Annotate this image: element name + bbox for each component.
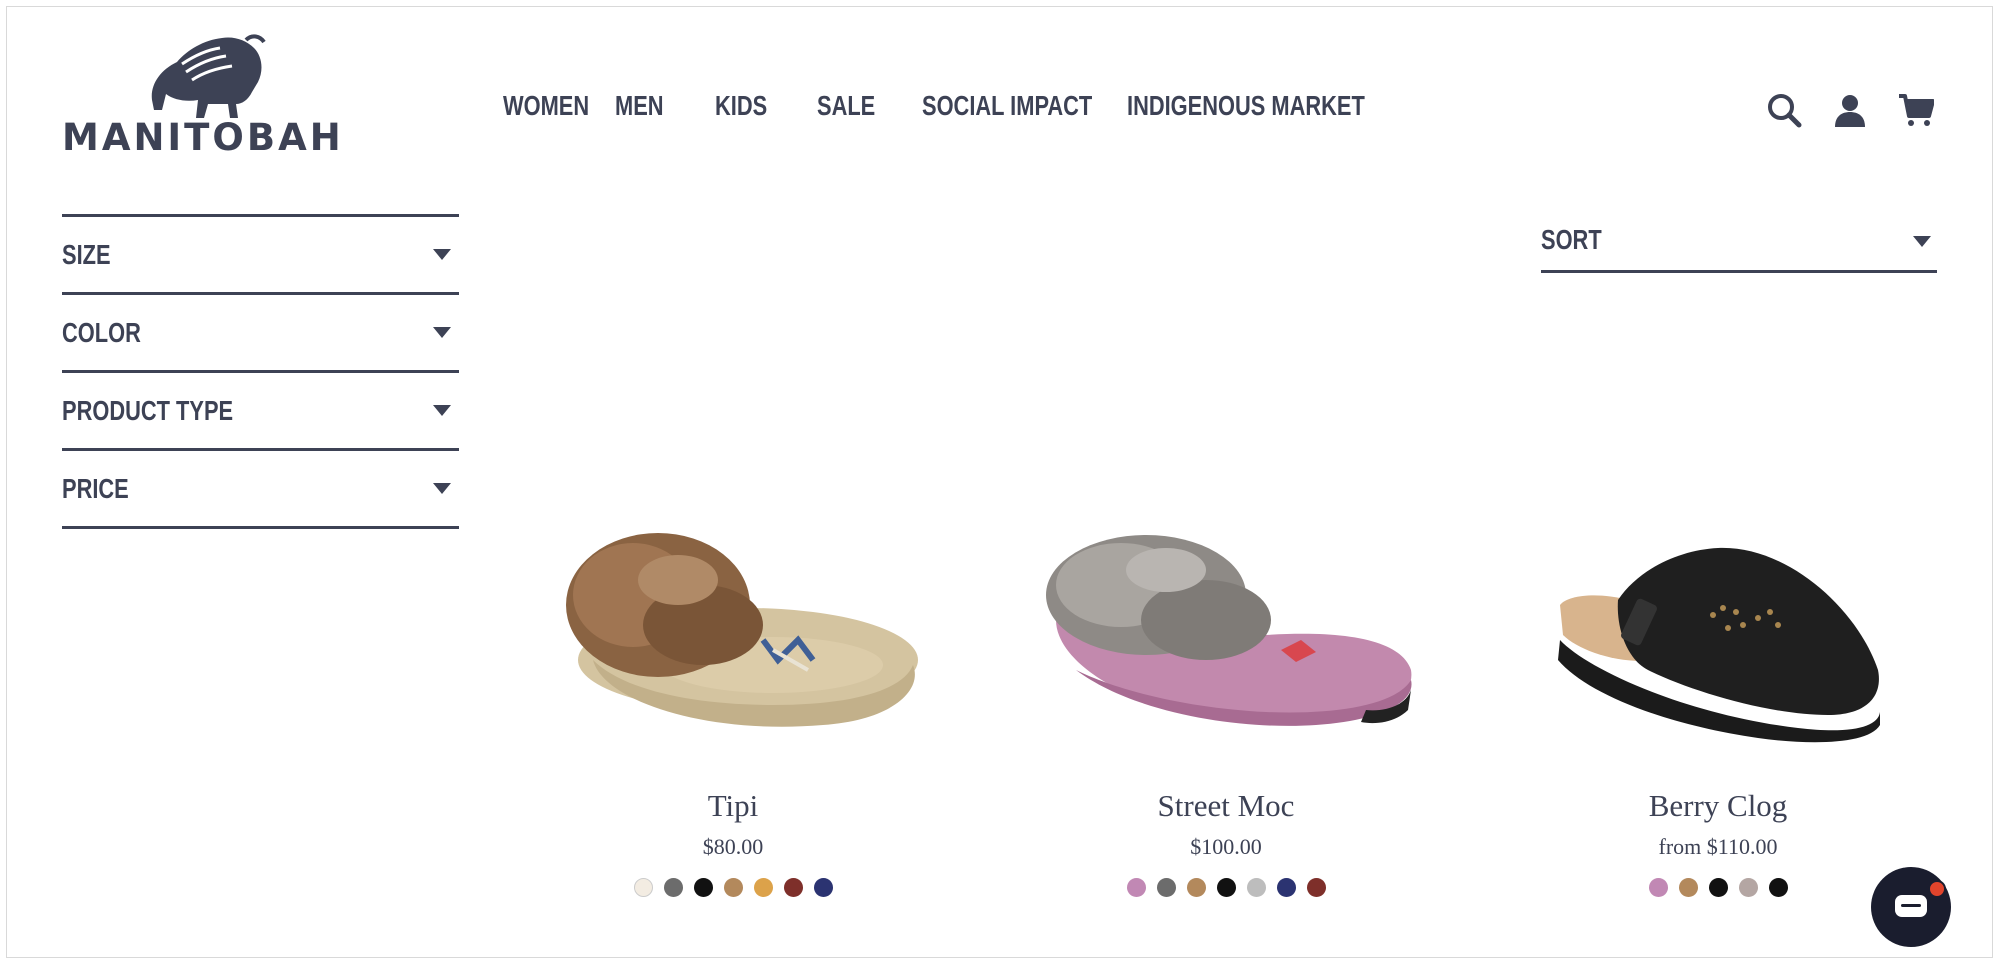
bison-logo-icon [151, 34, 266, 118]
color-swatch[interactable] [783, 878, 803, 897]
color-swatch[interactable] [1648, 878, 1668, 897]
color-swatch[interactable] [1126, 878, 1146, 897]
product-image[interactable] [1016, 500, 1436, 760]
color-swatch[interactable] [1246, 878, 1266, 897]
product-price: $80.00 [702, 834, 764, 859]
sort-dropdown[interactable]: SORT [1541, 218, 1937, 273]
filter-price[interactable]: PRICE [62, 448, 459, 529]
main-nav: WOMEN MEN KIDS SALE SOCIAL IMPACT INDIGE… [503, 90, 1367, 122]
filter-label: PRICE [62, 473, 129, 504]
filter-label: PRODUCT TYPE [62, 395, 234, 426]
color-swatch[interactable] [1186, 878, 1206, 897]
nav-sale[interactable]: SALE [817, 90, 899, 122]
color-swatches [1508, 878, 1928, 897]
brand-logo[interactable]: MANITOBAH [62, 30, 344, 160]
nav-women[interactable]: WOMEN [503, 90, 590, 122]
color-swatches [523, 878, 943, 897]
filter-color[interactable]: COLOR [62, 292, 459, 370]
color-swatch[interactable] [1276, 878, 1296, 897]
filter-product-type[interactable]: PRODUCT TYPE [62, 370, 459, 448]
color-swatch[interactable] [1678, 878, 1698, 897]
chat-icon-line [1901, 904, 1921, 907]
color-swatch[interactable] [1738, 878, 1758, 897]
filter-size[interactable]: SIZE [62, 214, 459, 292]
color-swatch[interactable] [723, 878, 743, 897]
color-swatch[interactable] [1768, 878, 1788, 897]
filter-panel: SIZE COLOR PRODUCT TYPE PRICE [62, 214, 459, 529]
caret-down-icon [433, 327, 451, 338]
product-price: from $110.00 [1658, 834, 1778, 859]
nav-men[interactable]: MEN [615, 90, 693, 122]
product-card-tipi[interactable]: Tipi $80.00 [523, 500, 943, 897]
header-actions [1766, 92, 1935, 128]
cart-icon[interactable] [1898, 92, 1935, 128]
product-name[interactable]: Street Moc [1016, 788, 1436, 824]
search-icon[interactable] [1766, 92, 1802, 128]
color-swatch[interactable] [1216, 878, 1236, 897]
account-icon[interactable] [1832, 92, 1868, 128]
product-card-berry-clog[interactable]: Berry Clog from $110.00 [1508, 500, 1928, 897]
filter-label: COLOR [62, 317, 141, 348]
nav-indigenous-market[interactable]: INDIGENOUS MARKET [1127, 90, 1365, 122]
color-swatch[interactable] [1156, 878, 1176, 897]
color-swatch[interactable] [633, 878, 653, 897]
notification-badge [1928, 880, 1946, 898]
color-swatch[interactable] [1306, 878, 1326, 897]
product-price: $100.00 [1190, 834, 1262, 859]
caret-down-icon [433, 405, 451, 416]
color-swatch[interactable] [753, 878, 773, 897]
color-swatch[interactable] [813, 878, 833, 897]
caret-down-icon [433, 483, 451, 494]
product-card-street-moc[interactable]: Street Moc $100.00 [1016, 500, 1436, 897]
color-swatch[interactable] [663, 878, 683, 897]
chat-widget-button[interactable] [1871, 867, 1951, 947]
product-image[interactable] [1508, 500, 1928, 760]
brand-wordmark: MANITOBAH [62, 116, 344, 159]
nav-social-impact[interactable]: SOCIAL IMPACT [922, 90, 1092, 122]
sort-label: SORT [1541, 224, 1602, 255]
product-name[interactable]: Tipi [523, 788, 943, 824]
nav-kids[interactable]: KIDS [715, 90, 795, 122]
color-swatches [1016, 878, 1436, 897]
caret-down-icon [1913, 236, 1931, 247]
filter-label: SIZE [62, 239, 111, 270]
product-image[interactable] [523, 500, 943, 760]
caret-down-icon [433, 249, 451, 260]
product-name[interactable]: Berry Clog [1508, 788, 1928, 824]
color-swatch[interactable] [1708, 878, 1728, 897]
color-swatch[interactable] [693, 878, 713, 897]
